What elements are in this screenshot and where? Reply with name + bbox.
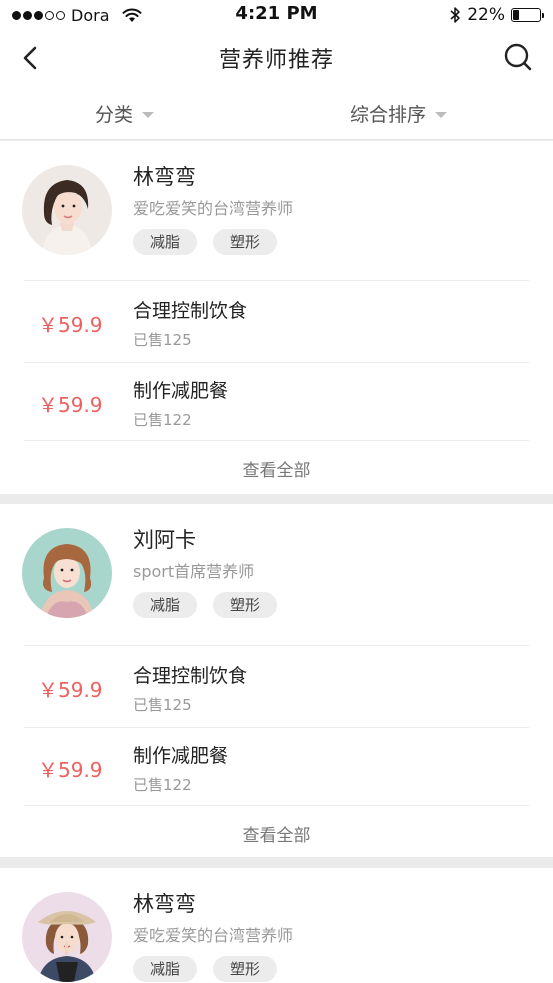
nutritionist-desc: sport首席营养师 [133,562,255,581]
product-sold: 已售125 [133,331,192,349]
screen: Dora 4:21 PM 22% 营养师推荐 分类 综合排序 林弯弯 爱吃爱笑的… [0,0,553,983]
product-name: 合理控制饮食 [133,665,248,687]
tag[interactable]: 减脂 [133,229,198,255]
avatar [22,892,112,982]
avatar [22,165,112,255]
tag-list: 减脂 塑形 [133,229,278,255]
product-price: ￥59.9 [38,393,103,417]
view-all-link[interactable]: 查看全部 [0,821,553,846]
page-title: 营养师推荐 [218,48,334,73]
product-sold: 已售122 [133,411,192,429]
divider [24,280,529,281]
tag[interactable]: 减脂 [133,956,198,982]
category-filter-label: 分类 [95,104,134,126]
nutritionist-desc: 爱吃爱笑的台湾营养师 [133,926,294,945]
product-name: 合理控制饮食 [133,300,248,322]
category-filter[interactable]: 分类 [95,100,155,127]
status-right: 22% [449,4,544,26]
tag[interactable]: 塑形 [213,956,278,982]
product-price: ￥59.9 [38,678,103,702]
caret-down-icon [142,111,155,118]
product-item[interactable]: ￥59.9 制作减肥餐 已售122 [0,727,553,805]
product-name: 制作减肥餐 [133,745,229,767]
nav-bar: 营养师推荐 [0,30,553,84]
tag-list: 减脂 塑形 [133,956,278,982]
tag[interactable]: 塑形 [213,592,278,618]
product-item[interactable]: ￥59.9 合理控制饮食 已售125 [0,647,553,725]
search-icon[interactable] [503,42,533,72]
nutritionist-desc: 爱吃爱笑的台湾营养师 [133,199,294,218]
bluetooth-icon [450,7,460,23]
nutritionist-card[interactable]: 林弯弯 爱吃爱笑的台湾营养师 减脂 塑形 [0,868,553,983]
nutritionist-name: 刘阿卡 [133,528,196,552]
caret-down-icon [435,111,448,118]
view-all-link[interactable]: 查看全部 [0,456,553,481]
product-price: ￥59.9 [38,758,103,782]
nutritionist-name: 林弯弯 [133,892,196,916]
tag[interactable]: 减脂 [133,592,198,618]
nutritionist-name: 林弯弯 [133,165,196,189]
product-name: 制作减肥餐 [133,380,229,402]
battery-icon [511,8,544,22]
product-sold: 已售122 [133,776,192,794]
tag[interactable]: 塑形 [213,229,278,255]
product-item[interactable]: ￥59.9 制作减肥餐 已售122 [0,362,553,440]
sort-filter[interactable]: 综合排序 [350,100,448,127]
filter-bar: 分类 综合排序 [0,84,553,140]
divider [24,805,529,806]
product-sold: 已售125 [133,696,192,714]
nutritionist-card[interactable]: 刘阿卡 sport首席营养师 减脂 塑形 ￥59.9 合理控制饮食 已售125 … [0,504,553,857]
product-price: ￥59.9 [38,313,103,337]
sort-filter-label: 综合排序 [350,104,427,126]
status-bar: Dora 4:21 PM 22% [0,0,553,30]
divider [24,645,529,646]
nutritionist-card[interactable]: 林弯弯 爱吃爱笑的台湾营养师 减脂 塑形 ￥59.9 合理控制饮食 已售125 … [0,141,553,494]
avatar [22,528,112,618]
product-item[interactable]: ￥59.9 合理控制饮食 已售125 [0,282,553,360]
tag-list: 减脂 塑形 [133,592,278,618]
divider [24,440,529,441]
battery-percent: 22% [467,5,505,25]
